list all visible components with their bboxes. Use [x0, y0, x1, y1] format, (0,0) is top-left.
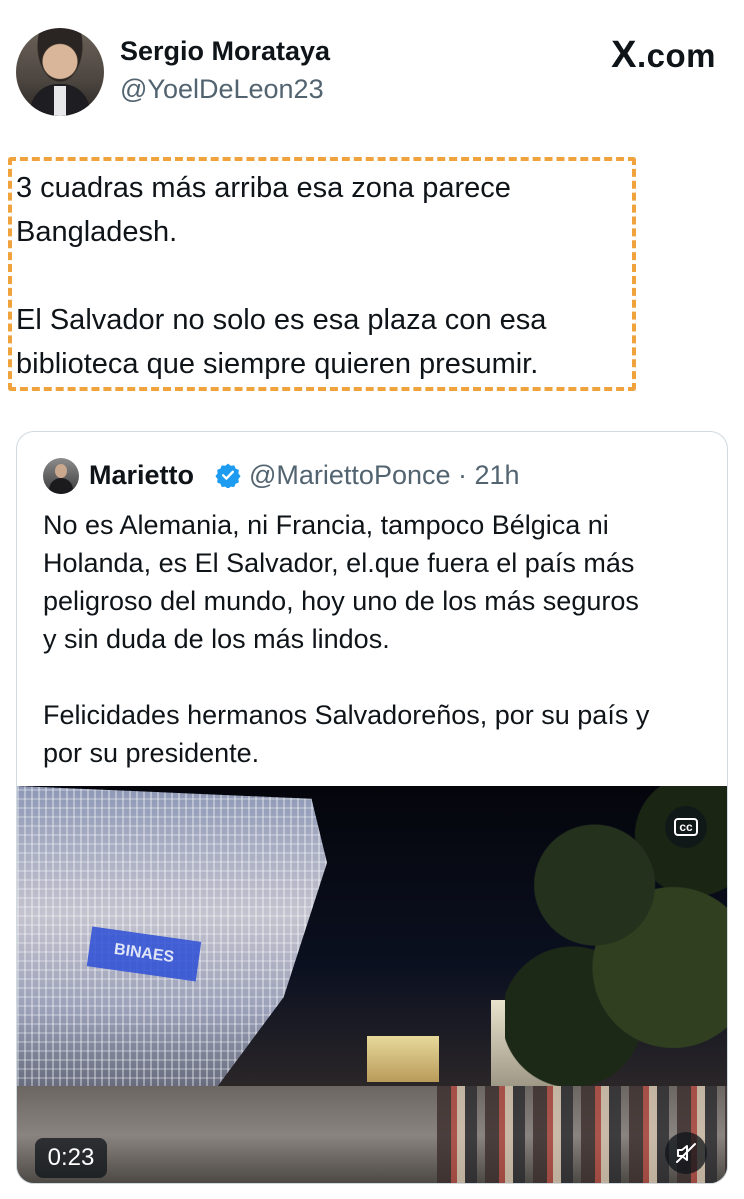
x-logo-domain: .com [636, 37, 716, 74]
muted-speaker-glyph [676, 1143, 696, 1163]
quoted-avatar-body [49, 478, 73, 494]
video-duration: 0:23 [35, 1138, 107, 1178]
video-player[interactable]: BINAES cc 0:23 [17, 786, 727, 1183]
avatar-shirt [54, 86, 66, 116]
x-logo: X.com [611, 34, 716, 77]
quoted-author-name[interactable]: Marietto [89, 460, 194, 491]
author-name[interactable]: Sergio Morataya [120, 36, 330, 67]
verified-badge-icon [215, 463, 241, 488]
quoted-tweet[interactable]: Marietto @MariettoPonce · 21h No es Alem… [16, 431, 728, 1184]
quoted-avatar-head [55, 464, 67, 478]
author-handle[interactable]: @YoelDeLeon23 [120, 74, 324, 105]
tweet-text: 3 cuadras más arriba esa zona parece Ban… [16, 172, 547, 380]
muted-speaker-icon[interactable] [665, 1132, 707, 1174]
quoted-tweet-header: Marietto @MariettoPonce · 21h [43, 458, 723, 498]
x-logo-mark: X [611, 34, 637, 76]
author-avatar[interactable] [16, 28, 104, 116]
quoted-author-handle-time[interactable]: @MariettoPonce · 21h [249, 460, 520, 491]
tweet-header: Sergio Morataya @YoelDeLeon23 X.com [16, 28, 716, 118]
closed-captions-icon[interactable]: cc [665, 806, 707, 848]
video-pavilion [367, 1036, 439, 1082]
quoted-tweet-text: No es Alemania, ni Francia, tampoco Bélg… [43, 510, 650, 768]
quoted-author-avatar[interactable] [43, 458, 79, 494]
closed-captions-label: cc [674, 818, 698, 836]
